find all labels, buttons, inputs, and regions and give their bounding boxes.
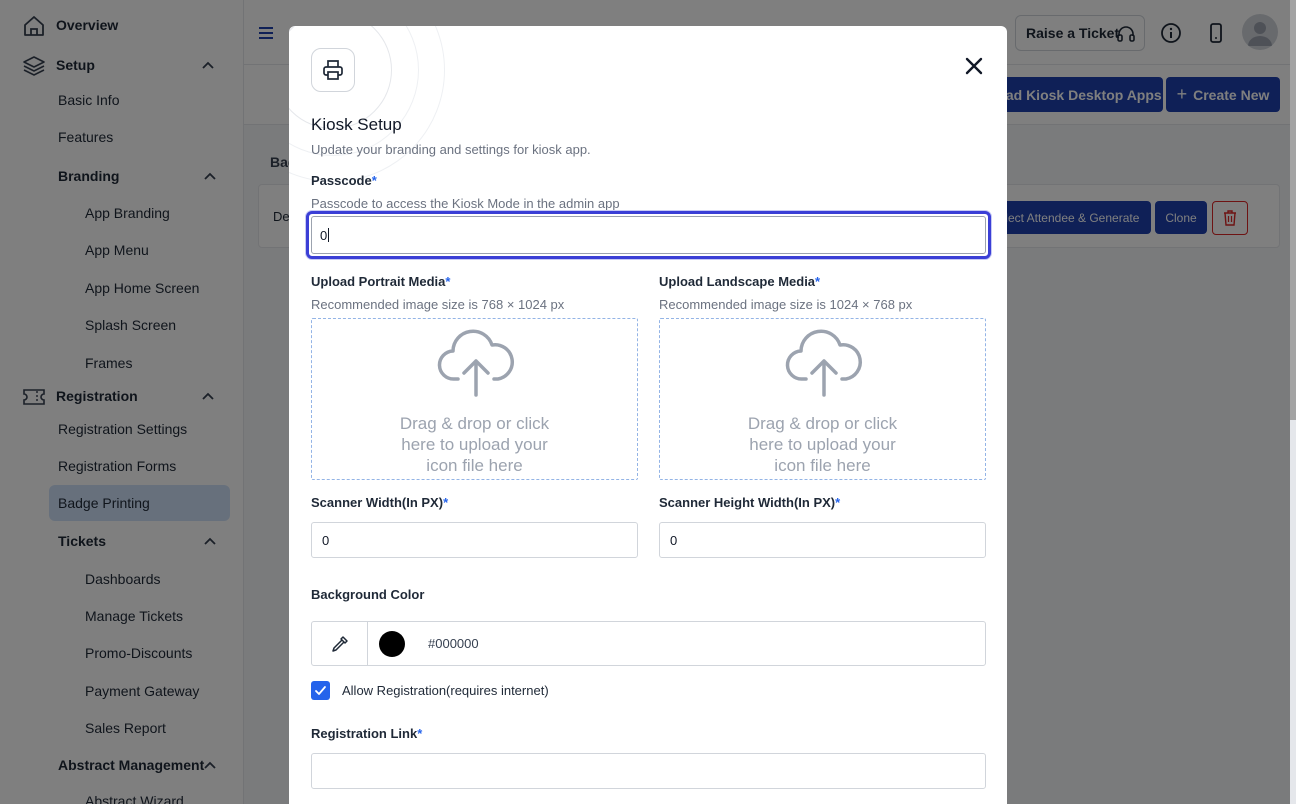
printer-icon-box [311,48,355,92]
dropzone-text: Drag & drop or click here to upload your… [312,413,637,476]
eyedropper-button[interactable] [312,622,368,665]
required-mark: * [417,726,423,741]
portrait-media-help: Recommended image size is 768 × 1024 px [311,297,565,312]
passcode-input[interactable]: 0 [306,211,991,259]
portrait-media-label: Upload Portrait Media* [311,274,450,289]
registration-link-input[interactable] [311,753,986,789]
page-scrollbar-thumb[interactable] [1290,0,1296,420]
eyedropper-icon [331,635,348,652]
required-mark: * [445,274,451,289]
required-mark: * [835,495,841,510]
scanner-width-value: 0 [322,532,330,548]
scanner-height-value: 0 [670,532,678,548]
landscape-media-help: Recommended image size is 1024 × 768 px [659,297,913,312]
text-caret [328,228,330,242]
allow-registration-checkbox[interactable] [311,681,330,700]
modal-subtitle: Update your branding and settings for ki… [311,142,591,157]
color-hex-value[interactable]: #000000 [428,636,479,651]
portrait-dropzone[interactable]: Drag & drop or click here to upload your… [311,318,638,480]
portrait-label-text: Upload Portrait Media [311,274,446,289]
kiosk-setup-modal: Kiosk Setup Update your branding and set… [289,26,1007,804]
required-mark: * [371,173,377,188]
scanner-width-label: Scanner Width(In PX)* [311,495,448,510]
passcode-label-text: Passcode [311,173,372,188]
scanner-height-input[interactable]: 0 [659,522,986,558]
background-color-picker[interactable]: #000000 [311,621,986,666]
required-mark: * [815,274,821,289]
scanner-width-label-text: Scanner Width(In PX) [311,495,444,510]
dropzone-line: here to upload your [749,435,896,454]
dropzone-line: Drag & drop or click [399,414,550,433]
modal-title: Kiosk Setup [311,115,402,134]
printer-icon [323,60,343,80]
dropzone-line: icon file here [426,456,523,475]
scanner-width-input[interactable]: 0 [311,522,638,558]
dropzone-text: Drag & drop or click here to upload your… [660,413,985,476]
landscape-media-label: Upload Landscape Media* [659,274,820,289]
dropzone-line: Drag & drop or click [747,414,898,433]
scanner-height-label-text: Scanner Height Width(In PX) [659,495,836,510]
passcode-help: Passcode to access the Kiosk Mode in the… [311,196,620,211]
scanner-height-label: Scanner Height Width(In PX)* [659,495,840,510]
background-color-label: Background Color [311,587,425,602]
cloud-upload-icon [437,329,515,397]
color-swatch[interactable] [379,631,405,657]
landscape-dropzone[interactable]: Drag & drop or click here to upload your… [659,318,986,480]
dropzone-line: here to upload your [401,435,548,454]
allow-registration-label[interactable]: Allow Registration(requires internet) [342,683,549,698]
registration-link-label: Registration Link* [311,726,422,741]
passcode-value: 0 [320,227,328,243]
page-scrollbar[interactable] [1290,0,1296,804]
registration-link-label-text: Registration Link [311,726,418,741]
cloud-upload-icon [785,329,863,397]
passcode-input-field[interactable]: 0 [311,216,986,254]
close-icon[interactable] [963,55,985,77]
checkmark-icon [315,686,326,695]
passcode-label: Passcode* [311,173,377,188]
required-mark: * [443,495,449,510]
landscape-label-text: Upload Landscape Media [659,274,816,289]
dropzone-line: icon file here [774,456,871,475]
